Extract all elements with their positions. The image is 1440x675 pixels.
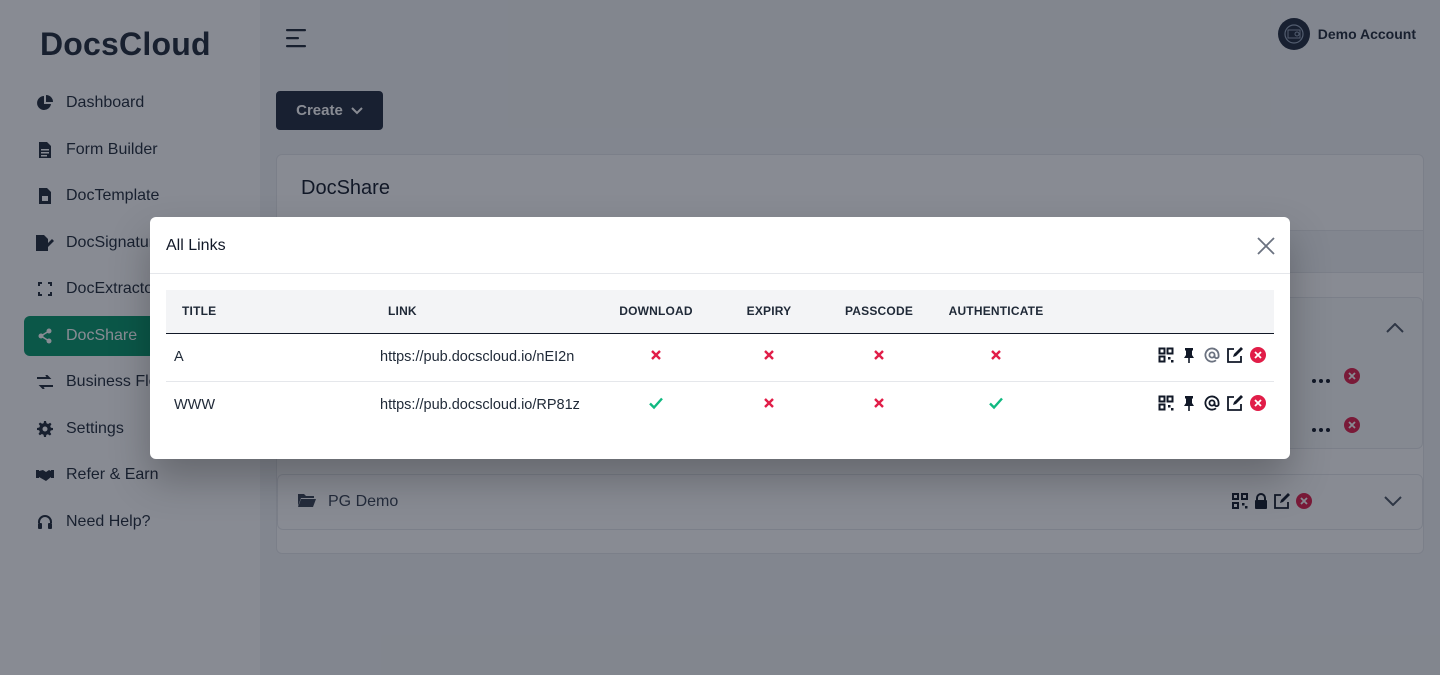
- links-table: TITLE LINK DOWNLOAD EXPIRY PASSCODE AUTH…: [166, 290, 1274, 429]
- column-header-download: DOWNLOAD: [602, 290, 710, 334]
- cross-icon: [648, 350, 664, 367]
- close-icon[interactable]: [1256, 236, 1276, 256]
- cross-icon: [761, 398, 777, 415]
- cross-icon: [761, 350, 777, 367]
- row-actions: [1062, 381, 1274, 429]
- qr-code-icon[interactable]: [1158, 347, 1174, 367]
- column-header-expiry: EXPIRY: [710, 290, 828, 334]
- delete-icon[interactable]: [1250, 395, 1266, 415]
- passcode-cell: [828, 333, 930, 382]
- download-cell: [602, 381, 710, 429]
- column-header-actions: [1062, 290, 1274, 334]
- edit-icon[interactable]: [1227, 395, 1243, 415]
- all-links-modal: All Links TITLE LINK DOWNLOAD EXPIRY PAS…: [150, 217, 1290, 459]
- delete-icon[interactable]: [1250, 347, 1266, 367]
- table-row: Ahttps://pub.docscloud.io/nEI2n: [166, 333, 1274, 382]
- download-cell: [602, 333, 710, 382]
- table-row: WWW https://pub.docscloud.io/RP81z: [166, 381, 1274, 429]
- column-header-title: TITLE: [166, 290, 380, 334]
- edit-icon[interactable]: [1227, 347, 1243, 367]
- authenticate-cell: [930, 333, 1062, 382]
- modal-header: All Links: [150, 217, 1290, 274]
- passcode-cell: [828, 381, 930, 429]
- at-sign-icon[interactable]: [1204, 347, 1220, 367]
- cross-icon: [871, 350, 887, 367]
- expiry-cell: [710, 333, 828, 382]
- qr-code-icon[interactable]: [1158, 395, 1174, 415]
- cross-icon: [871, 398, 887, 415]
- modal-title: All Links: [166, 237, 226, 254]
- link-title: A: [166, 333, 380, 382]
- cross-icon: [988, 350, 1004, 367]
- link-url[interactable]: https://pub.docscloud.io/RP81z: [380, 381, 602, 429]
- check-icon: [988, 397, 1004, 415]
- column-header-passcode: PASSCODE: [828, 290, 930, 334]
- column-header-link: LINK: [380, 290, 602, 334]
- pin-icon[interactable]: [1181, 395, 1197, 415]
- column-header-authenticate: AUTHENTICATE: [930, 290, 1062, 334]
- at-sign-icon[interactable]: [1204, 395, 1220, 415]
- link-title: WWW: [174, 397, 216, 414]
- authenticate-cell: [930, 381, 1062, 429]
- expiry-cell: [710, 381, 828, 429]
- pin-icon[interactable]: [1181, 347, 1197, 367]
- check-icon: [648, 397, 664, 415]
- link-url[interactable]: https://pub.docscloud.io/nEI2n: [380, 333, 602, 382]
- table-header-row: TITLE LINK DOWNLOAD EXPIRY PASSCODE AUTH…: [166, 290, 1274, 334]
- row-actions: [1062, 333, 1274, 382]
